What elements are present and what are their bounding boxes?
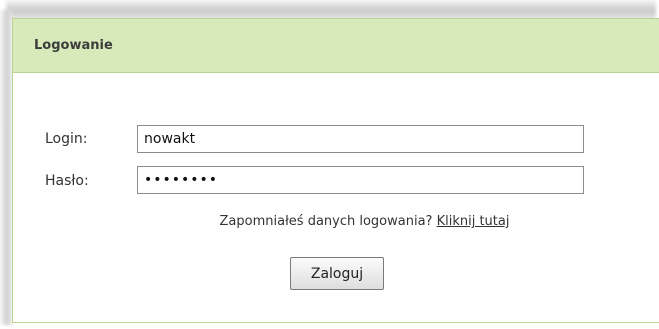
- forgot-text: Zapomniałeś danych logowania?: [219, 214, 437, 229]
- panel-header: Logowanie: [13, 19, 659, 73]
- login-label: Login:: [45, 131, 88, 147]
- login-button[interactable]: Zaloguj: [290, 257, 384, 290]
- password-label: Hasło:: [45, 173, 89, 189]
- forgot-credentials: Zapomniałeś danych logowania? Kliknij tu…: [13, 214, 659, 229]
- login-input[interactable]: [137, 125, 584, 153]
- forgot-link[interactable]: Kliknij tutaj: [437, 214, 510, 229]
- panel-shadow-top: [6, 0, 656, 20]
- panel-title: Logowanie: [34, 38, 113, 53]
- password-input[interactable]: [137, 166, 584, 194]
- login-panel: Logowanie Login: Hasło: Zapomniałeś dany…: [12, 18, 659, 323]
- panel-shadow-left: [0, 10, 12, 325]
- login-screen: Logowanie Login: Hasło: Zapomniałeś dany…: [0, 0, 659, 329]
